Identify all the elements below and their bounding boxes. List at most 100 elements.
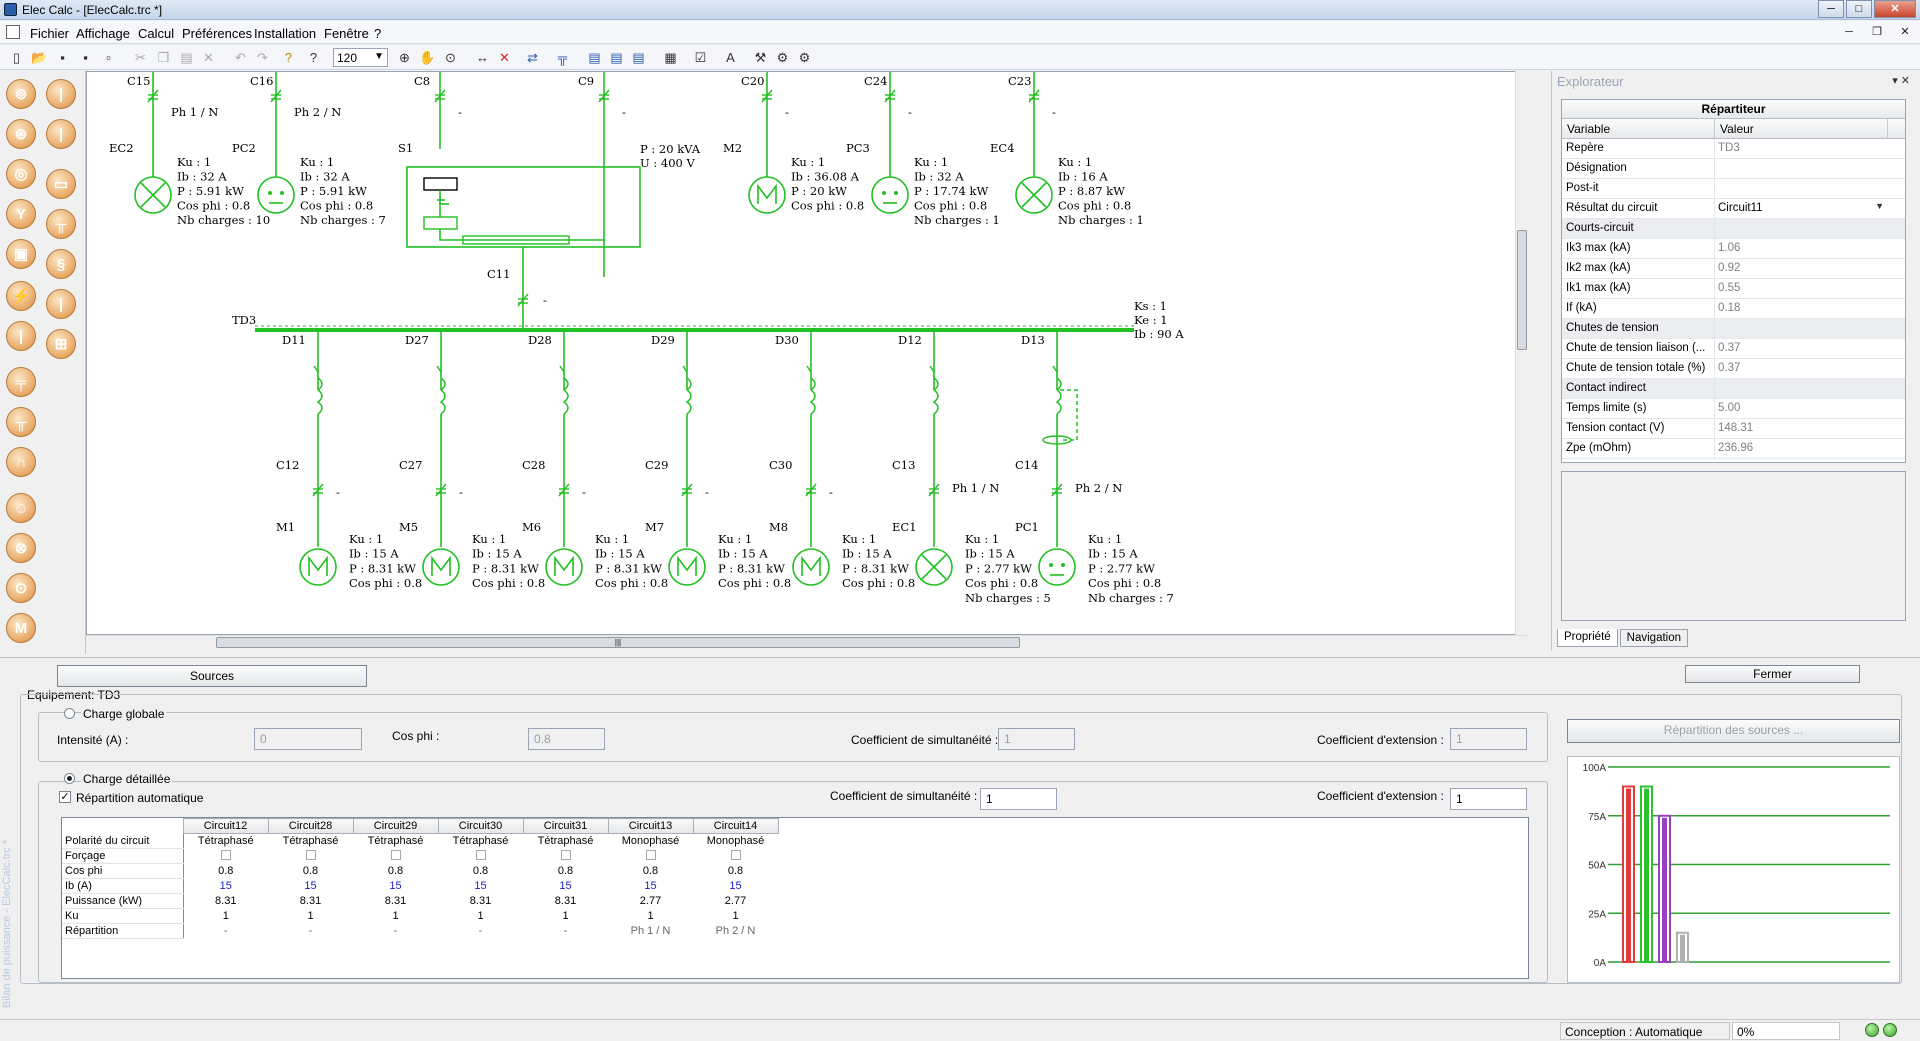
grid-cell[interactable]: 15 (523, 879, 608, 894)
canvas-vscroll[interactable] (1515, 71, 1529, 635)
coef-ext-global-field[interactable]: 1 (1450, 728, 1527, 750)
property-row[interactable]: Chute de tension totale (%) 0.37 (1562, 359, 1905, 379)
pan-icon[interactable]: ✋ (419, 49, 436, 66)
grid-cell[interactable]: - (523, 924, 608, 939)
property-value[interactable]: 1.06 (1715, 239, 1888, 258)
grid-cell[interactable]: 15 (268, 879, 353, 894)
forcage-checkbox[interactable] (730, 849, 741, 860)
forcage-checkbox[interactable] (645, 849, 656, 860)
tab-propriete[interactable]: Propriété (1557, 629, 1618, 647)
cross-icon[interactable]: ✕ (496, 49, 513, 66)
grid-cell[interactable]: 8.31 (268, 894, 353, 909)
grid-cell[interactable]: 1 (693, 909, 778, 924)
property-group[interactable]: Courts-circuit (1562, 219, 1905, 239)
grid-cell[interactable] (608, 849, 693, 864)
repartition-auto-checkbox[interactable]: ✓ (59, 791, 71, 803)
menu-calcul[interactable]: Calcul (138, 26, 174, 41)
mdi-close-button[interactable]: ✕ (1894, 23, 1916, 41)
bulb-icon[interactable]: ? (280, 49, 297, 66)
swap-icon[interactable]: ⇄ (524, 49, 541, 66)
grid-cell[interactable]: 0.8 (183, 864, 268, 879)
property-value[interactable]: 148.31 (1715, 419, 1888, 438)
grid-cell[interactable]: 15 (438, 879, 523, 894)
grid-cell[interactable]: Monophasé (608, 834, 693, 849)
property-value[interactable]: 0.55 (1715, 279, 1888, 298)
grid-icon[interactable]: ▦ (662, 49, 679, 66)
property-group[interactable]: Contact indirect (1562, 379, 1905, 399)
grid-cell[interactable]: 8.31 (183, 894, 268, 909)
grid-cell[interactable]: Tétraphasé (438, 834, 523, 849)
menu-fenetre[interactable]: Fenêtre (324, 26, 369, 41)
menu-installation[interactable]: Installation (254, 26, 316, 41)
grid-cell[interactable]: 0.8 (693, 864, 778, 879)
grid-cell[interactable]: 8.31 (438, 894, 523, 909)
schematic-canvas[interactable]: C15 Ph 1 / N EC2 Ku : 1 Ib : 32 AP : 5.91 kW… (86, 71, 1529, 635)
palette-motor-icon[interactable]: M (6, 613, 36, 643)
sources-button[interactable]: Sources (57, 665, 367, 687)
grid-cell[interactable]: - (438, 924, 523, 939)
close-button[interactable]: ✕ (1874, 0, 1916, 18)
property-row[interactable]: Zpe (mOhm) 236.96 (1562, 439, 1905, 459)
forcage-checkbox[interactable] (560, 849, 571, 860)
save-all-icon[interactable]: ▪ (77, 49, 94, 66)
copy-icon[interactable]: ❐ (155, 49, 172, 66)
grid-cell[interactable] (353, 849, 438, 864)
maximize-button[interactable]: □ (1846, 0, 1872, 18)
grid-cell[interactable]: Tétraphasé (353, 834, 438, 849)
grid-cell[interactable]: Tétraphasé (268, 834, 353, 849)
palette-ups-icon[interactable]: ▣ (6, 239, 36, 269)
property-value[interactable] (1715, 179, 1888, 198)
layout-1-icon[interactable]: ▤ (586, 49, 603, 66)
palette-switch-icon[interactable]: ⚡ (6, 281, 36, 311)
property-row[interactable]: Repère TD3 (1562, 139, 1905, 159)
menu-help[interactable]: ? (374, 26, 381, 41)
palette-outlet-icon[interactable]: ╤ (6, 367, 36, 397)
explorer-pin-close[interactable]: ▾ ✕ (1892, 74, 1910, 87)
property-value[interactable] (1715, 379, 1888, 398)
grid-cell[interactable] (523, 849, 608, 864)
tools-1-icon[interactable]: ⚒ (752, 49, 769, 66)
forcage-checkbox[interactable] (220, 849, 231, 860)
property-row[interactable]: Ik1 max (kA) 0.55 (1562, 279, 1905, 299)
property-value[interactable]: 0.37 (1715, 359, 1888, 378)
palette-socket-icon[interactable]: ☺ (6, 493, 36, 523)
zoom-fit-icon[interactable]: ⊙ (442, 49, 459, 66)
grid-cell[interactable] (268, 849, 353, 864)
undo-icon[interactable]: ↶ (232, 49, 249, 66)
palette-breaker-icon[interactable]: | (46, 119, 76, 149)
menu-fichier[interactable]: Fichier (30, 26, 69, 41)
grid-cell[interactable]: Tétraphasé (183, 834, 268, 849)
text-icon[interactable]: A (722, 49, 739, 66)
grid-column-header[interactable]: Circuit14 (692, 818, 779, 834)
palette-generator-icon[interactable]: ◎ (6, 159, 36, 189)
layout-3-icon[interactable]: ▤ (630, 49, 647, 66)
close-doc-icon[interactable]: ▫ (100, 49, 117, 66)
palette-board-icon[interactable]: ▭ (46, 169, 76, 199)
property-value[interactable]: 0.92 (1715, 259, 1888, 278)
property-row[interactable]: If (kA) 0.18 (1562, 299, 1905, 319)
forcage-checkbox[interactable] (305, 849, 316, 860)
zoom-select[interactable]: 120 ▼ (333, 48, 388, 67)
property-row[interactable]: Désignation (1562, 159, 1905, 179)
busbar-icon[interactable]: ╦ (554, 49, 571, 66)
redo-icon[interactable]: ↷ (254, 49, 271, 66)
palette-link-icon[interactable]: | (46, 289, 76, 319)
property-group[interactable]: Chutes de tension (1562, 319, 1905, 339)
new-file-icon[interactable]: ▯ (8, 49, 25, 66)
repartition-sources-button[interactable]: Répartition des sources ... (1567, 719, 1900, 743)
grid-cell[interactable]: 8.31 (523, 894, 608, 909)
col-value[interactable]: Valeur (1715, 119, 1888, 138)
canvas-hscroll-thumb[interactable]: ||| (216, 637, 1020, 648)
grid-cell[interactable]: Tétraphasé (523, 834, 608, 849)
grid-column-header[interactable]: Circuit12 (182, 818, 269, 834)
coef-simult-detail-field[interactable]: 1 (980, 788, 1057, 810)
grid-cell[interactable]: Ph 2 / N (693, 924, 778, 939)
palette-transformer-icon[interactable]: ⊚ (6, 79, 36, 109)
grid-cell[interactable]: 0.8 (608, 864, 693, 879)
grid-cell[interactable]: 1 (353, 909, 438, 924)
palette-source-icon[interactable]: ⊛ (6, 119, 36, 149)
open-folder-icon[interactable]: 📂 (31, 49, 48, 66)
palette-jumper-icon[interactable]: ∩ (6, 447, 36, 477)
col-variable[interactable]: Variable (1562, 119, 1715, 138)
grid-cell[interactable]: Ph 1 / N (608, 924, 693, 939)
